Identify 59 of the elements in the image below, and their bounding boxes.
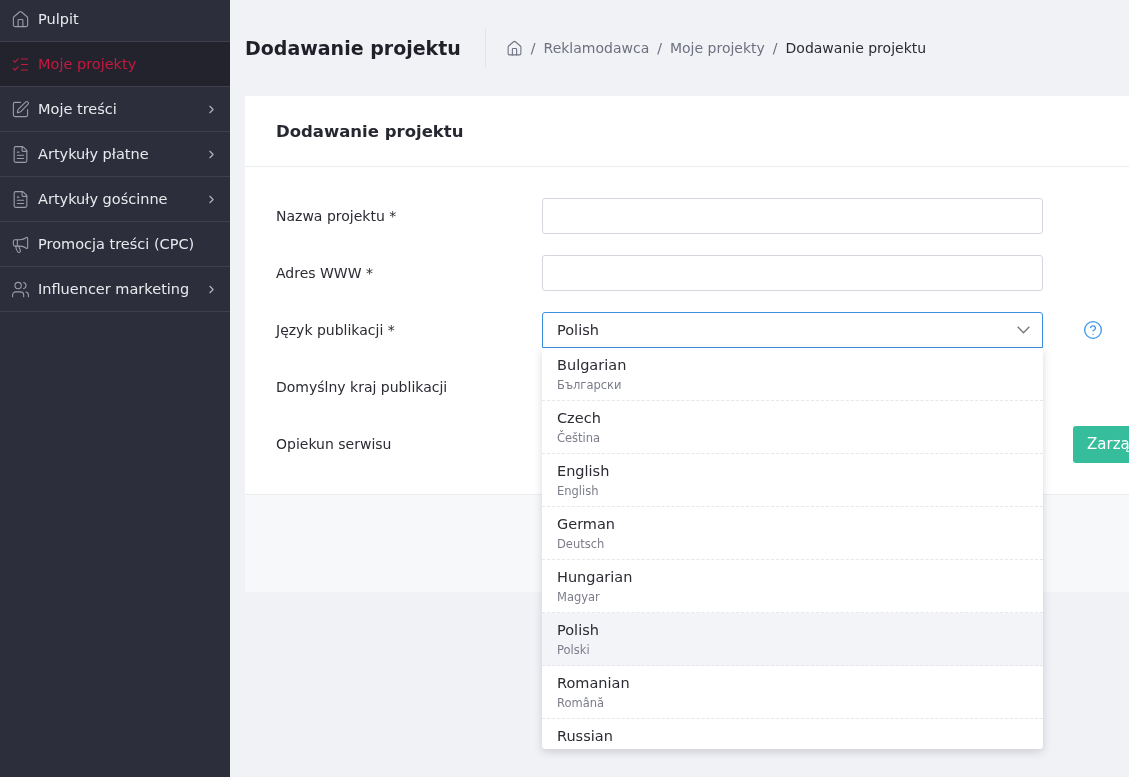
megaphone-icon (11, 234, 30, 254)
breadcrumb-item: Dodawanie projektu (785, 40, 927, 56)
help-icon[interactable] (1083, 320, 1103, 340)
option-name: Hungarian (557, 569, 634, 585)
dropdown-option[interactable]: Polish Polski (542, 613, 1043, 666)
field-label: Nazwa projektu * (276, 208, 398, 224)
sidebar-item-label: Influencer marketing (38, 281, 191, 297)
breadcrumb-item[interactable]: Reklamodawca (543, 40, 650, 56)
document-icon (11, 189, 30, 209)
option-name: Russian (557, 728, 614, 744)
dropdown-option[interactable]: Romanian Română (542, 666, 1043, 719)
field-label: Opiekun serwisu (276, 436, 393, 452)
sidebar-item[interactable]: Artykuły gościnne (0, 177, 230, 222)
option-name: Polish (557, 622, 600, 638)
dropdown-option[interactable]: Hungarian Magyar (542, 560, 1043, 613)
dropdown-option[interactable]: English English (542, 454, 1043, 507)
dropdown-option[interactable]: Bulgarian Български (542, 348, 1043, 401)
sidebar-item-label: Promocja treści (CPC) (38, 236, 196, 252)
sidebar-item-label: Moje treści (38, 101, 118, 117)
option-native-name: Română (557, 696, 606, 710)
option-native-name: Български (557, 378, 623, 392)
dropdown-option[interactable]: German Deutsch (542, 507, 1043, 560)
option-native-name: Polski (557, 643, 591, 657)
users-icon (11, 279, 30, 299)
sidebar-item[interactable]: Moje treści (0, 87, 230, 132)
field-label: Domyślny kraj publikacji (276, 379, 449, 395)
breadcrumb-separator: / (772, 40, 778, 56)
breadcrumb-item[interactable]: Moje projekty (669, 40, 765, 56)
sidebar-item[interactable]: Promocja treści (CPC) (0, 222, 230, 267)
option-name: Czech (557, 410, 602, 426)
sidebar-item[interactable]: Artykuły płatne (0, 132, 230, 177)
option-name: English (557, 463, 611, 479)
home-icon[interactable] (505, 39, 523, 57)
sidebar-item-label: Artykuły gościnne (38, 191, 169, 207)
sidebar-item-label: Artykuły płatne (38, 146, 150, 162)
sidebar-item-label: Pulpit (38, 11, 80, 27)
breadcrumb-separator: / (657, 40, 662, 56)
field-label: Język publikacji * (276, 322, 396, 338)
dropdown-option[interactable]: Czech Čeština (542, 401, 1043, 454)
sidebar-item[interactable]: Influencer marketing (0, 267, 230, 312)
option-name: Bulgarian (557, 357, 628, 373)
pencil-square-icon (11, 99, 30, 119)
option-name: German (557, 516, 617, 532)
card-title: Dodawanie projektu (276, 121, 464, 141)
option-name: Romanian (557, 675, 631, 691)
input-field[interactable] (542, 198, 1043, 234)
option-native-name: Čeština (557, 431, 602, 445)
sidebar-item-label: Moje projekty (38, 56, 138, 72)
document-icon (11, 144, 30, 164)
home-icon (11, 9, 30, 29)
chevron-down-icon (1017, 326, 1030, 334)
dropdown-option[interactable]: Russian (542, 719, 1043, 749)
option-native-name: English (557, 484, 600, 498)
field-label: Adres WWW * (276, 265, 374, 281)
option-native-name: Deutsch (557, 537, 606, 551)
input-field[interactable] (542, 255, 1043, 291)
option-native-name: Magyar (557, 590, 601, 604)
breadcrumb-separator: / (530, 40, 536, 56)
page-title: Dodawanie projektu (245, 28, 486, 68)
